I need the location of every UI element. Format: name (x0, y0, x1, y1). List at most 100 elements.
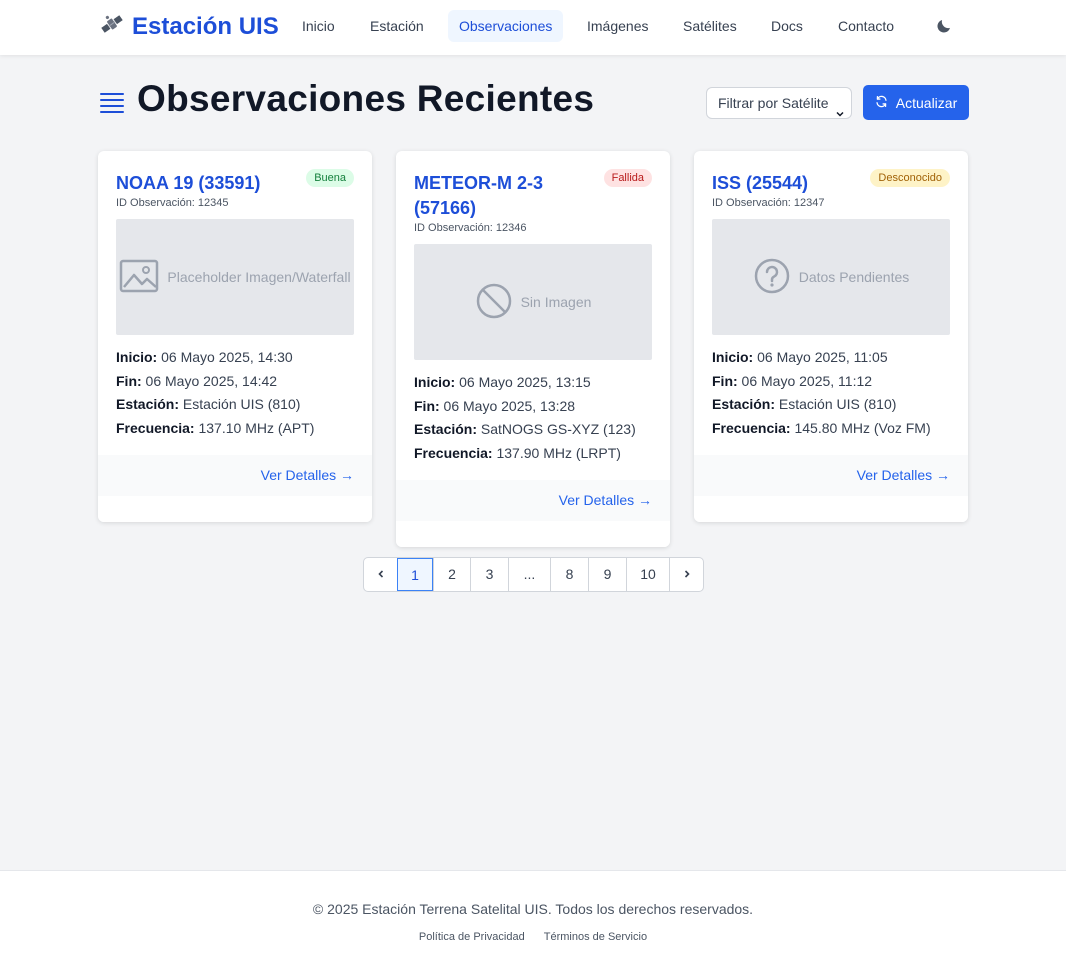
card-footer: Ver Detalles → (396, 480, 670, 521)
start-value: 06 Mayo 2025, 13:15 (459, 374, 591, 390)
observation-card: ISS (25544) ID Observación: 12347 Descon… (694, 151, 968, 522)
observation-thumbnail[interactable]: Sin Imagen (414, 244, 652, 360)
observation-id: ID Observación: 12347 (712, 197, 825, 209)
observation-thumbnail[interactable]: Placeholder Imagen/Waterfall (116, 219, 354, 335)
terms-link[interactable]: Términos de Servicio (544, 931, 647, 943)
thumbnail-text: Placeholder Imagen/Waterfall (167, 269, 351, 285)
footer-links: Política de Privacidad Términos de Servi… (0, 931, 1066, 943)
moon-icon[interactable] (935, 17, 953, 40)
station-value: SatNOGS GS-XYZ (123) (480, 421, 636, 437)
brand-link[interactable]: Estación UIS (100, 12, 279, 41)
status-badge: Buena (306, 169, 354, 187)
observation-details: Inicio: 06 Mayo 2025, 14:30 Fin: 06 Mayo… (116, 346, 354, 440)
end-value: 06 Mayo 2025, 13:28 (443, 397, 576, 414)
observation-id: ID Observación: 12345 (116, 197, 229, 209)
satellite-filter-select[interactable]: Filtrar por Satélite (706, 87, 852, 119)
frequency-row: Frecuencia: 145.80 MHz (Voz FM) (712, 417, 950, 441)
brand-name: Estación UIS (132, 12, 279, 40)
card-footer: Ver Detalles → (694, 455, 968, 496)
privacy-link[interactable]: Política de Privacidad (419, 931, 525, 943)
chevron-left-icon (376, 566, 386, 582)
page-title: Observaciones Recientes (137, 78, 595, 119)
chevron-right-icon (682, 566, 692, 582)
question-icon (753, 257, 791, 298)
start-label: Inicio: (414, 374, 456, 390)
start-label: Inicio: (712, 349, 754, 365)
end-row: Fin: 06 Mayo 2025, 14:42 (116, 370, 354, 394)
top-navbar: Estación UIS Inicio Estación Observacion… (0, 0, 1066, 55)
nav-contacto[interactable]: Contacto (827, 10, 905, 42)
page-button-8[interactable]: 8 (550, 558, 588, 591)
observation-thumbnail[interactable]: Datos Pendientes (712, 219, 950, 335)
page-button-10[interactable]: 10 (626, 558, 669, 591)
observation-card: NOAA 19 (33591) ID Observación: 12345 Bu… (98, 151, 372, 522)
card-footer: Ver Detalles → (98, 455, 372, 496)
frequency-row: Frecuencia: 137.10 MHz (APT) (116, 417, 354, 441)
page-footer: © 2025 Estación Terrena Satelital UIS. T… (0, 870, 1066, 970)
start-label: Inicio: (116, 349, 158, 365)
filter-selected-value: Filtrar por Satélite (718, 95, 829, 111)
status-badge: Fallida (603, 169, 652, 187)
observation-card: METEOR-M 2-3 (57166) ID Observación: 123… (396, 151, 670, 547)
end-label: Fin: (116, 372, 142, 389)
station-label: Estación: (116, 396, 180, 412)
start-value: 06 Mayo 2025, 14:30 (161, 349, 293, 365)
station-value: Estación UIS (810) (778, 396, 897, 412)
nav-inicio[interactable]: Inicio (291, 10, 346, 42)
start-value: 06 Mayo 2025, 11:05 (757, 349, 888, 365)
page-button-3[interactable]: 3 (470, 558, 508, 591)
refresh-button[interactable]: Actualizar (863, 85, 969, 120)
observation-details: Inicio: 06 Mayo 2025, 11:05 Fin: 06 Mayo… (712, 346, 950, 440)
end-label: Fin: (414, 397, 440, 414)
refresh-label: Actualizar (895, 94, 958, 111)
image-icon (119, 259, 159, 296)
satellite-icon (100, 12, 124, 41)
end-label: Fin: (712, 372, 738, 389)
no-image-icon (475, 282, 513, 323)
end-value: 06 Mayo 2025, 14:42 (145, 372, 278, 389)
details-link[interactable]: Ver Detalles → (559, 492, 652, 508)
station-label: Estación: (712, 396, 776, 412)
frequency-value: 137.90 MHz (LRPT) (496, 444, 621, 461)
observation-details: Inicio: 06 Mayo 2025, 13:15 Fin: 06 Mayo… (414, 371, 652, 465)
refresh-icon (875, 95, 888, 111)
prev-page-button[interactable] (364, 558, 397, 591)
start-row: Inicio: 06 Mayo 2025, 14:30 (116, 346, 354, 370)
start-row: Inicio: 06 Mayo 2025, 11:05 (712, 346, 950, 370)
nav-docs[interactable]: Docs (760, 10, 814, 42)
end-row: Fin: 06 Mayo 2025, 13:28 (414, 395, 652, 419)
thumbnail-text: Datos Pendientes (798, 269, 910, 285)
end-value: 06 Mayo 2025, 11:12 (741, 372, 873, 389)
start-row: Inicio: 06 Mayo 2025, 13:15 (414, 371, 652, 395)
observation-id: ID Observación: 12346 (414, 222, 527, 234)
thumbnail-text: Sin Imagen (520, 294, 592, 310)
station-label: Estación: (414, 421, 478, 437)
frequency-label: Frecuencia: (414, 444, 493, 461)
nav-satelites[interactable]: Satélites (672, 10, 748, 42)
station-value: Estación UIS (810) (182, 396, 301, 412)
page-button-2[interactable]: 2 (433, 558, 470, 591)
nav-estacion[interactable]: Estación (359, 10, 435, 42)
details-link[interactable]: Ver Detalles → (857, 467, 950, 483)
pagination: 1 2 3 ... 8 9 10 (363, 557, 704, 592)
page-button-1[interactable]: 1 (397, 558, 433, 591)
station-row: Estación: Estación UIS (810) (712, 393, 950, 417)
frequency-label: Frecuencia: (116, 419, 195, 436)
frequency-value: 137.10 MHz (APT) (198, 419, 315, 436)
frequency-row: Frecuencia: 137.90 MHz (LRPT) (414, 442, 652, 466)
end-row: Fin: 06 Mayo 2025, 11:12 (712, 370, 950, 394)
station-row: Estación: SatNOGS GS-XYZ (123) (414, 418, 652, 442)
nav-observaciones[interactable]: Observaciones (448, 10, 564, 42)
list-icon (100, 90, 124, 119)
status-badge: Desconocido (870, 169, 950, 187)
station-row: Estación: Estación UIS (810) (116, 393, 354, 417)
frequency-value: 145.80 MHz (Voz FM) (794, 419, 931, 436)
copyright-text: © 2025 Estación Terrena Satelital UIS. T… (312, 901, 754, 917)
frequency-label: Frecuencia: (712, 419, 791, 436)
page-button-9[interactable]: 9 (588, 558, 626, 591)
next-page-button[interactable] (669, 558, 703, 591)
nav-imagenes[interactable]: Imágenes (576, 10, 659, 42)
page-ellipsis: ... (508, 558, 550, 591)
details-link[interactable]: Ver Detalles → (261, 467, 354, 483)
chevron-down-icon (835, 99, 845, 129)
